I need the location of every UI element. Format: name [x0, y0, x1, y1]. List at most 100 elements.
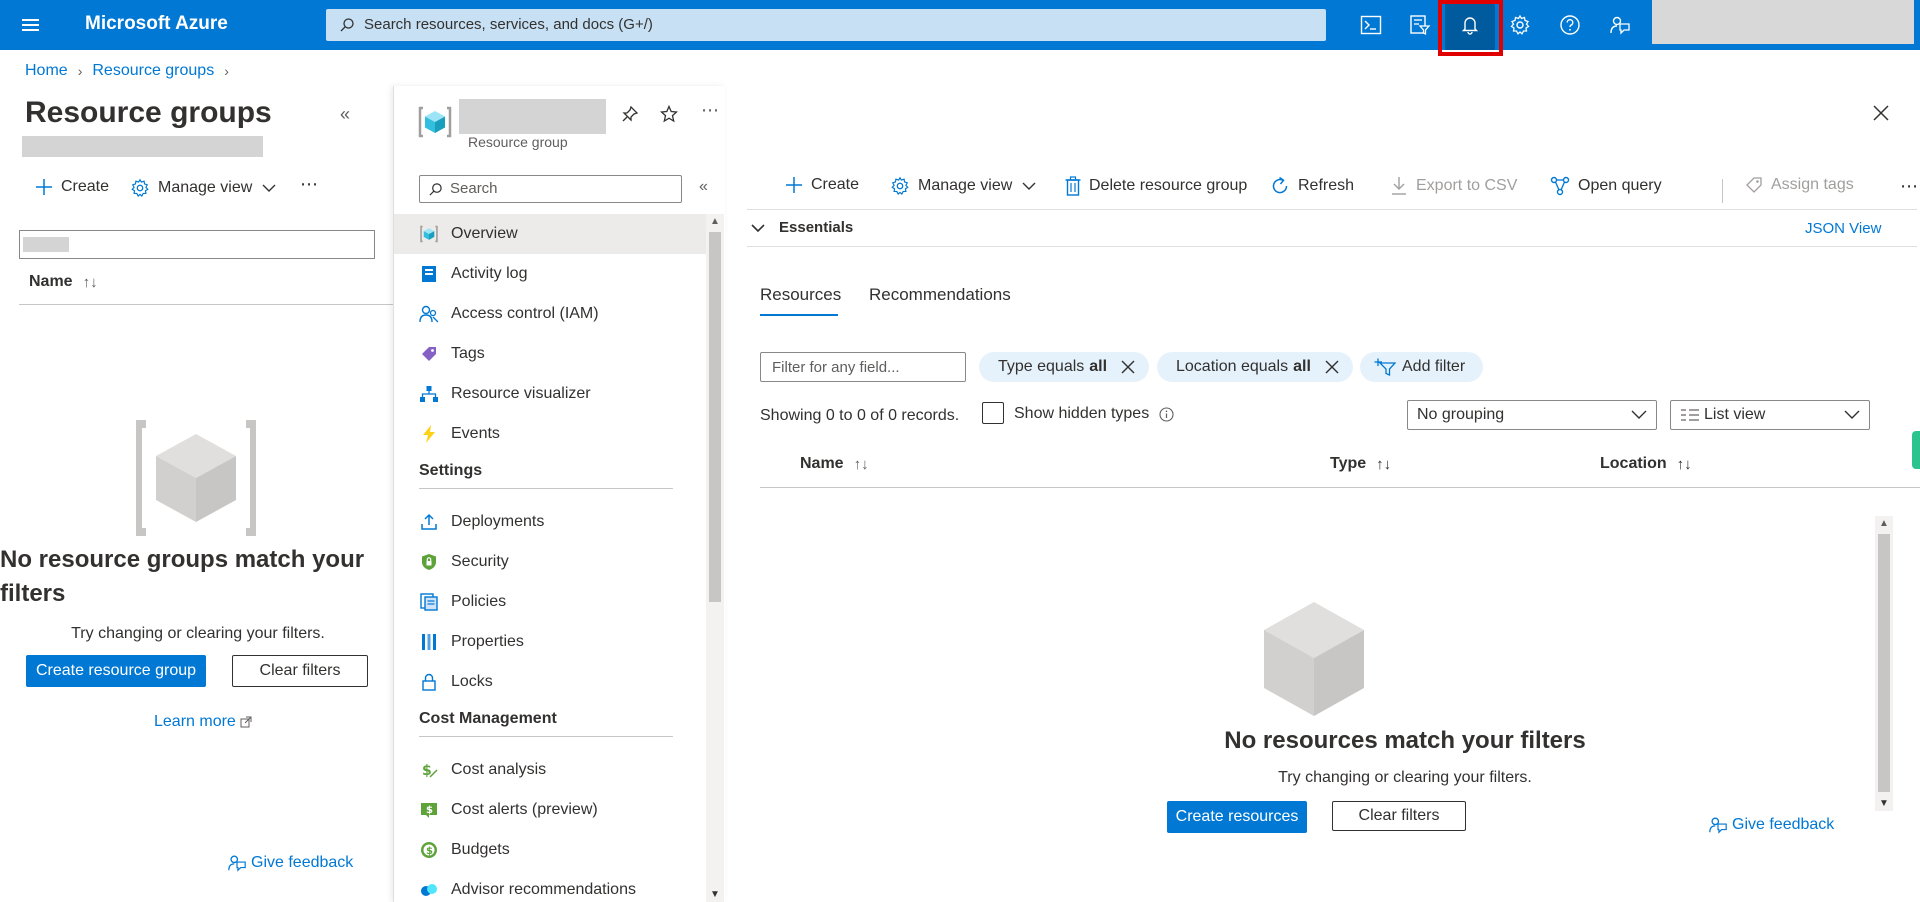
manage-view-button[interactable]: Manage view — [130, 178, 276, 198]
nav-item-cost-analysis[interactable]: $ Cost analysis — [394, 750, 707, 790]
nav-item-budgets[interactable]: $ Budgets — [394, 830, 707, 870]
column-label: Location — [1600, 455, 1667, 472]
info-icon[interactable] — [1159, 406, 1174, 422]
star-icon[interactable] — [660, 105, 678, 123]
nav-item-tags[interactable]: Tags — [394, 334, 707, 374]
brand-title[interactable]: Microsoft Azure — [85, 13, 228, 35]
view-dropdown[interactable]: List view — [1670, 400, 1870, 430]
create-resource-group-button[interactable]: Create resource group — [26, 655, 206, 687]
json-view-link[interactable]: JSON View — [1805, 220, 1881, 237]
breadcrumb: Home › Resource groups › — [25, 62, 239, 80]
nav-item-label: Deployments — [451, 513, 545, 530]
type-column-header[interactable]: Type ↑↓ — [1330, 455, 1391, 473]
give-feedback-link[interactable]: Give feedback — [227, 853, 353, 873]
name-column-header[interactable]: Name ↑↓ — [800, 455, 869, 473]
filter-input[interactable] — [19, 230, 375, 259]
cost-analysis-icon: $ — [419, 760, 439, 780]
name-column-header[interactable]: Name ↑↓ — [29, 273, 98, 291]
help-icon[interactable] — [1545, 0, 1595, 50]
show-hidden-text: Show hidden types — [1014, 405, 1150, 422]
create-button[interactable]: Create — [35, 178, 109, 196]
delete-resource-group-button[interactable]: Delete resource group — [1065, 176, 1247, 196]
nav-item-events[interactable]: Events — [394, 414, 707, 454]
side-panel-tab[interactable] — [1912, 431, 1920, 469]
sort-icon: ↑↓ — [1376, 455, 1392, 473]
create-resources-button[interactable]: Create resources — [1167, 801, 1307, 833]
tab-resources[interactable]: Resources — [760, 285, 841, 305]
nav-search-input[interactable]: Search — [419, 175, 682, 203]
nav-item-cost-alerts[interactable]: $ Cost alerts (preview) — [394, 790, 707, 830]
redacted-filter-value — [23, 237, 69, 252]
more-commands-icon[interactable]: ⋯ — [300, 174, 318, 195]
breadcrumb-resource-groups[interactable]: Resource groups — [92, 62, 214, 80]
collapse-blade-icon[interactable]: « — [340, 104, 350, 125]
assign-tags-button[interactable]: Assign tags — [1745, 176, 1854, 194]
clear-filters-button[interactable]: Clear filters — [232, 655, 368, 687]
close-icon[interactable] — [1872, 104, 1890, 122]
nav-item-overview[interactable]: Overview — [394, 214, 707, 254]
location-filter-pill[interactable]: Location equals all — [1157, 352, 1353, 382]
give-feedback-link[interactable]: Give feedback — [1708, 815, 1834, 835]
top-bar: Microsoft Azure Search resources, servic… — [0, 0, 1920, 50]
refresh-button[interactable]: Refresh — [1270, 176, 1354, 196]
account-info-redacted[interactable] — [1652, 0, 1914, 44]
scroll-down-icon[interactable]: ▼ — [1879, 798, 1889, 809]
scroll-up-icon[interactable]: ▲ — [710, 216, 720, 227]
people-icon — [419, 304, 439, 324]
pill-label: Location equals — [1176, 358, 1289, 375]
nav-item-advisor-recommendations[interactable]: Advisor recommendations — [394, 870, 707, 902]
resource-empty-icon — [1264, 602, 1364, 716]
notifications-highlight-box — [1438, 0, 1503, 56]
nav-item-resource-visualizer[interactable]: Resource visualizer — [394, 374, 707, 414]
nav-item-deployments[interactable]: Deployments — [394, 502, 707, 542]
open-query-button[interactable]: Open query — [1550, 176, 1662, 196]
scrollbar-thumb[interactable] — [1878, 534, 1890, 792]
nav-item-security[interactable]: Security — [394, 542, 707, 582]
empty-state-title: No resource groups match your filters — [0, 546, 365, 607]
assign-tags-label: Assign tags — [1771, 176, 1854, 193]
manage-view-button[interactable]: Manage view — [890, 176, 1036, 196]
filter-any-field-input[interactable]: Filter for any field... — [760, 352, 966, 382]
create-button[interactable]: Create — [785, 176, 859, 194]
global-search-input[interactable]: Search resources, services, and docs (G+… — [326, 9, 1326, 41]
add-filter-label: Add filter — [1402, 358, 1466, 375]
tab-recommendations[interactable]: Recommendations — [869, 285, 1011, 305]
remove-filter-icon[interactable] — [1121, 360, 1135, 374]
collapse-menu-icon[interactable]: « — [699, 178, 708, 196]
chevron-down-icon — [1022, 182, 1036, 190]
nav-item-locks[interactable]: Locks — [394, 662, 707, 702]
remove-filter-icon[interactable] — [1325, 360, 1339, 374]
scroll-up-icon[interactable]: ▲ — [1879, 518, 1889, 529]
show-hidden-types-checkbox[interactable] — [982, 402, 1004, 424]
hamburger-menu-icon[interactable] — [18, 13, 44, 37]
scroll-down-icon[interactable]: ▼ — [710, 889, 720, 900]
export-csv-button[interactable]: Export to CSV — [1390, 176, 1517, 196]
pill-label: Type equals — [998, 358, 1085, 375]
nav-item-label: Overview — [451, 225, 518, 242]
nav-item-policies[interactable]: Policies — [394, 582, 707, 622]
location-column-header[interactable]: Location ↑↓ — [1600, 455, 1692, 473]
learn-more-link[interactable]: Learn more — [154, 713, 252, 731]
nav-item-activity-log[interactable]: Activity log — [394, 254, 707, 294]
more-options-icon[interactable]: ⋯ — [701, 100, 719, 121]
scrollbar-thumb[interactable] — [709, 232, 721, 602]
nav-item-properties[interactable]: Properties — [394, 622, 707, 662]
nav-scrollbar[interactable]: ▲ ▼ — [706, 214, 724, 902]
more-commands-icon[interactable]: ⋯ — [1900, 176, 1918, 197]
type-filter-pill[interactable]: Type equals all — [979, 352, 1150, 382]
add-filter-button[interactable]: Add filter — [1360, 352, 1484, 382]
breadcrumb-home[interactable]: Home — [25, 62, 68, 80]
nav-item-access-control[interactable]: Access control (IAM) — [394, 294, 707, 334]
pill-value: all — [1089, 358, 1108, 375]
nav-item-label: Policies — [451, 593, 507, 610]
resource-group-icon — [419, 224, 439, 244]
resources-scrollbar[interactable]: ▲ ▼ — [1875, 516, 1893, 811]
list-view-icon — [1681, 409, 1699, 421]
cloud-shell-icon[interactable] — [1346, 0, 1396, 50]
clear-filters-button[interactable]: Clear filters — [1332, 801, 1466, 831]
pin-icon[interactable] — [621, 105, 639, 123]
view-dropdown-text: List view — [1680, 406, 1765, 424]
grouping-dropdown[interactable]: No grouping — [1407, 400, 1657, 430]
feedback-icon[interactable] — [1595, 0, 1645, 50]
essentials-toggle[interactable]: Essentials — [751, 219, 853, 236]
